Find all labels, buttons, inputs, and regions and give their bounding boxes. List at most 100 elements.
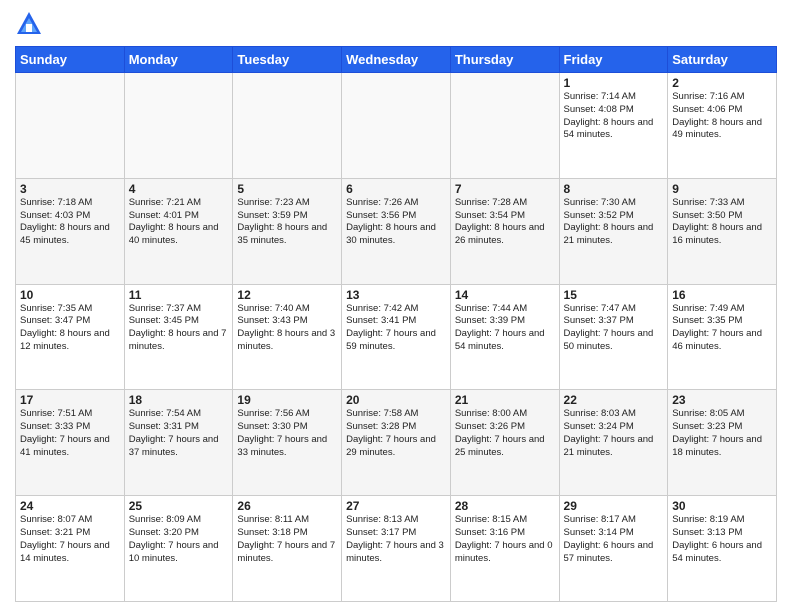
calendar-cell: 30Sunrise: 8:19 AMSunset: 3:13 PMDayligh… [668, 496, 777, 602]
calendar-cell: 26Sunrise: 8:11 AMSunset: 3:18 PMDayligh… [233, 496, 342, 602]
calendar-cell: 20Sunrise: 7:58 AMSunset: 3:28 PMDayligh… [342, 390, 451, 496]
day-number: 12 [237, 288, 337, 302]
calendar-cell: 9Sunrise: 7:33 AMSunset: 3:50 PMDaylight… [668, 178, 777, 284]
page: SundayMondayTuesdayWednesdayThursdayFrid… [0, 0, 792, 612]
day-info: Sunrise: 7:35 AMSunset: 3:47 PMDaylight:… [20, 303, 120, 354]
day-info: Sunrise: 7:21 AMSunset: 4:01 PMDaylight:… [129, 197, 229, 248]
day-number: 7 [455, 182, 555, 196]
calendar-cell: 21Sunrise: 8:00 AMSunset: 3:26 PMDayligh… [450, 390, 559, 496]
day-info: Sunrise: 8:07 AMSunset: 3:21 PMDaylight:… [20, 514, 120, 565]
calendar-week-row: 17Sunrise: 7:51 AMSunset: 3:33 PMDayligh… [16, 390, 777, 496]
calendar-cell: 1Sunrise: 7:14 AMSunset: 4:08 PMDaylight… [559, 73, 668, 179]
day-number: 11 [129, 288, 229, 302]
day-info: Sunrise: 8:05 AMSunset: 3:23 PMDaylight:… [672, 408, 772, 459]
calendar-cell: 17Sunrise: 7:51 AMSunset: 3:33 PMDayligh… [16, 390, 125, 496]
day-info: Sunrise: 7:42 AMSunset: 3:41 PMDaylight:… [346, 303, 446, 354]
col-header-tuesday: Tuesday [233, 47, 342, 73]
day-info: Sunrise: 7:56 AMSunset: 3:30 PMDaylight:… [237, 408, 337, 459]
calendar-cell: 14Sunrise: 7:44 AMSunset: 3:39 PMDayligh… [450, 284, 559, 390]
calendar-week-row: 1Sunrise: 7:14 AMSunset: 4:08 PMDaylight… [16, 73, 777, 179]
day-info: Sunrise: 8:19 AMSunset: 3:13 PMDaylight:… [672, 514, 772, 565]
calendar-cell: 13Sunrise: 7:42 AMSunset: 3:41 PMDayligh… [342, 284, 451, 390]
day-number: 21 [455, 393, 555, 407]
calendar-week-row: 10Sunrise: 7:35 AMSunset: 3:47 PMDayligh… [16, 284, 777, 390]
day-info: Sunrise: 7:37 AMSunset: 3:45 PMDaylight:… [129, 303, 229, 354]
calendar-week-row: 24Sunrise: 8:07 AMSunset: 3:21 PMDayligh… [16, 496, 777, 602]
day-info: Sunrise: 7:23 AMSunset: 3:59 PMDaylight:… [237, 197, 337, 248]
calendar-cell: 8Sunrise: 7:30 AMSunset: 3:52 PMDaylight… [559, 178, 668, 284]
day-info: Sunrise: 7:47 AMSunset: 3:37 PMDaylight:… [564, 303, 664, 354]
day-info: Sunrise: 8:00 AMSunset: 3:26 PMDaylight:… [455, 408, 555, 459]
day-number: 2 [672, 76, 772, 90]
day-info: Sunrise: 7:30 AMSunset: 3:52 PMDaylight:… [564, 197, 664, 248]
day-number: 20 [346, 393, 446, 407]
day-info: Sunrise: 7:58 AMSunset: 3:28 PMDaylight:… [346, 408, 446, 459]
day-number: 17 [20, 393, 120, 407]
calendar-cell: 19Sunrise: 7:56 AMSunset: 3:30 PMDayligh… [233, 390, 342, 496]
day-number: 28 [455, 499, 555, 513]
day-number: 3 [20, 182, 120, 196]
day-number: 19 [237, 393, 337, 407]
day-info: Sunrise: 8:11 AMSunset: 3:18 PMDaylight:… [237, 514, 337, 565]
day-number: 13 [346, 288, 446, 302]
col-header-sunday: Sunday [16, 47, 125, 73]
header [15, 10, 777, 38]
day-number: 18 [129, 393, 229, 407]
day-number: 14 [455, 288, 555, 302]
calendar-cell [233, 73, 342, 179]
calendar-cell: 3Sunrise: 7:18 AMSunset: 4:03 PMDaylight… [16, 178, 125, 284]
logo [15, 10, 47, 38]
col-header-monday: Monday [124, 47, 233, 73]
day-number: 16 [672, 288, 772, 302]
calendar-cell: 15Sunrise: 7:47 AMSunset: 3:37 PMDayligh… [559, 284, 668, 390]
col-header-friday: Friday [559, 47, 668, 73]
calendar-week-row: 3Sunrise: 7:18 AMSunset: 4:03 PMDaylight… [16, 178, 777, 284]
day-info: Sunrise: 7:49 AMSunset: 3:35 PMDaylight:… [672, 303, 772, 354]
day-info: Sunrise: 7:14 AMSunset: 4:08 PMDaylight:… [564, 91, 664, 142]
calendar-cell: 12Sunrise: 7:40 AMSunset: 3:43 PMDayligh… [233, 284, 342, 390]
day-number: 24 [20, 499, 120, 513]
calendar-cell: 6Sunrise: 7:26 AMSunset: 3:56 PMDaylight… [342, 178, 451, 284]
calendar-cell: 22Sunrise: 8:03 AMSunset: 3:24 PMDayligh… [559, 390, 668, 496]
calendar-cell [16, 73, 125, 179]
day-info: Sunrise: 7:16 AMSunset: 4:06 PMDaylight:… [672, 91, 772, 142]
logo-icon [15, 10, 43, 38]
calendar-cell: 7Sunrise: 7:28 AMSunset: 3:54 PMDaylight… [450, 178, 559, 284]
day-number: 10 [20, 288, 120, 302]
day-info: Sunrise: 8:15 AMSunset: 3:16 PMDaylight:… [455, 514, 555, 565]
calendar-cell: 27Sunrise: 8:13 AMSunset: 3:17 PMDayligh… [342, 496, 451, 602]
calendar-cell: 16Sunrise: 7:49 AMSunset: 3:35 PMDayligh… [668, 284, 777, 390]
day-number: 23 [672, 393, 772, 407]
day-number: 26 [237, 499, 337, 513]
day-number: 9 [672, 182, 772, 196]
day-number: 4 [129, 182, 229, 196]
day-number: 22 [564, 393, 664, 407]
calendar-cell: 24Sunrise: 8:07 AMSunset: 3:21 PMDayligh… [16, 496, 125, 602]
day-info: Sunrise: 8:03 AMSunset: 3:24 PMDaylight:… [564, 408, 664, 459]
calendar-cell: 4Sunrise: 7:21 AMSunset: 4:01 PMDaylight… [124, 178, 233, 284]
calendar-cell: 11Sunrise: 7:37 AMSunset: 3:45 PMDayligh… [124, 284, 233, 390]
col-header-thursday: Thursday [450, 47, 559, 73]
calendar-cell: 5Sunrise: 7:23 AMSunset: 3:59 PMDaylight… [233, 178, 342, 284]
calendar-cell [342, 73, 451, 179]
day-number: 29 [564, 499, 664, 513]
day-number: 27 [346, 499, 446, 513]
calendar-cell: 29Sunrise: 8:17 AMSunset: 3:14 PMDayligh… [559, 496, 668, 602]
day-number: 8 [564, 182, 664, 196]
day-number: 15 [564, 288, 664, 302]
calendar-cell: 2Sunrise: 7:16 AMSunset: 4:06 PMDaylight… [668, 73, 777, 179]
calendar-header-row: SundayMondayTuesdayWednesdayThursdayFrid… [16, 47, 777, 73]
day-info: Sunrise: 7:33 AMSunset: 3:50 PMDaylight:… [672, 197, 772, 248]
day-info: Sunrise: 7:44 AMSunset: 3:39 PMDaylight:… [455, 303, 555, 354]
col-header-saturday: Saturday [668, 47, 777, 73]
calendar-cell: 23Sunrise: 8:05 AMSunset: 3:23 PMDayligh… [668, 390, 777, 496]
day-number: 30 [672, 499, 772, 513]
day-number: 1 [564, 76, 664, 90]
day-info: Sunrise: 7:26 AMSunset: 3:56 PMDaylight:… [346, 197, 446, 248]
day-info: Sunrise: 7:54 AMSunset: 3:31 PMDaylight:… [129, 408, 229, 459]
day-info: Sunrise: 8:13 AMSunset: 3:17 PMDaylight:… [346, 514, 446, 565]
day-number: 25 [129, 499, 229, 513]
day-number: 5 [237, 182, 337, 196]
calendar-cell [124, 73, 233, 179]
day-info: Sunrise: 7:28 AMSunset: 3:54 PMDaylight:… [455, 197, 555, 248]
